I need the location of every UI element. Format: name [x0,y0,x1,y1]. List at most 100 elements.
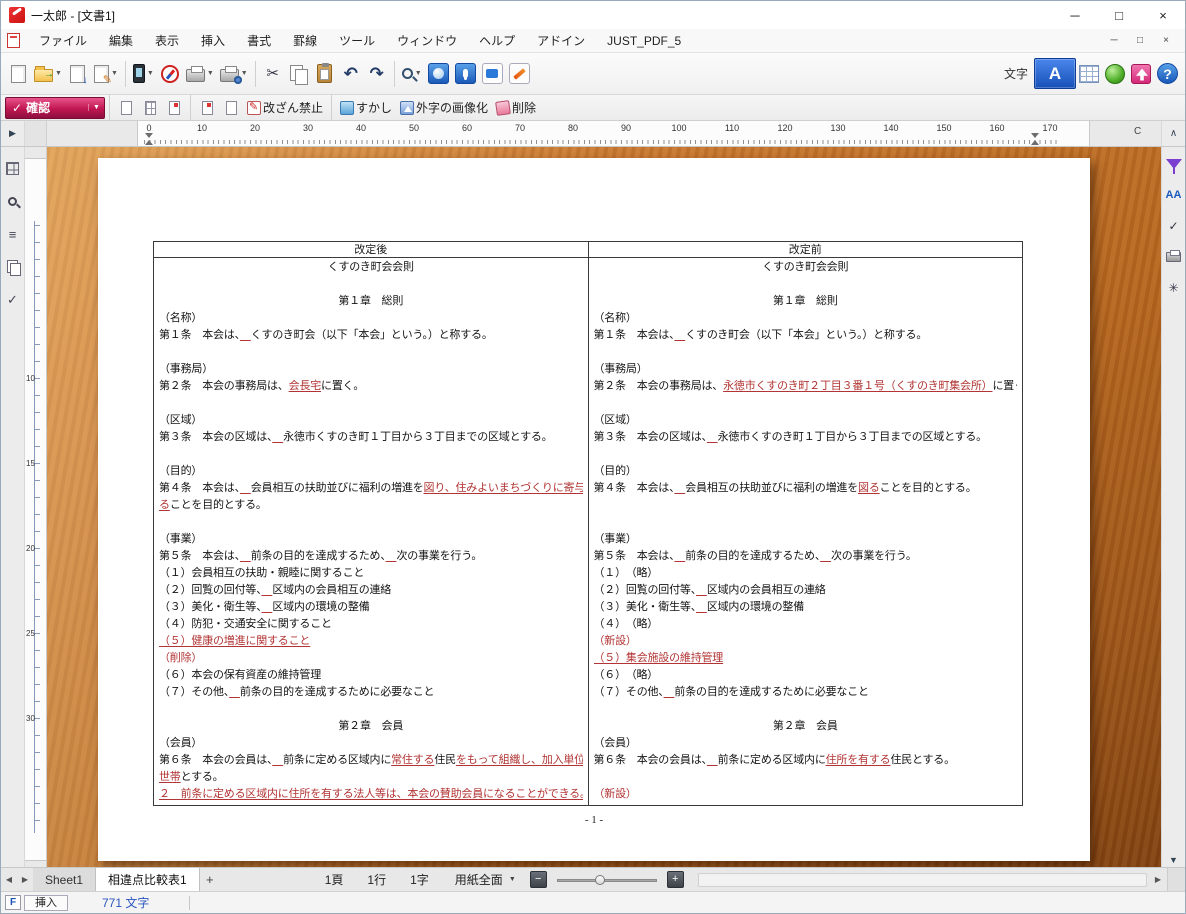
document-menu-icon[interactable] [7,33,20,48]
menu-item-JUST_PDF_5[interactable]: JUST_PDF_5 [596,29,692,52]
right-panel-collapse-button[interactable]: ∧ [1161,121,1185,146]
menu-item-書式[interactable]: 書式 [236,29,282,52]
watermark-button[interactable]: すかし [336,97,396,119]
proof-check-button[interactable]: ✓ [4,291,22,309]
table-tool-button[interactable] [1076,58,1102,90]
redo-button[interactable]: ↷ [364,58,390,90]
confirm-mode-button[interactable]: ✓ 確認 ▼ [5,97,105,119]
doc-line: （５）健康の増進に関すること [159,633,583,650]
minimize-button[interactable]: ─ [1053,1,1097,29]
left-margin-marker[interactable] [145,133,153,145]
document-page[interactable]: 改定後 改定前 くすのき町会会則 第１章 総則（名称）第１条 本会は、 くすのき… [98,158,1090,861]
pink-app-button[interactable] [1128,58,1154,90]
print-settings-dropdown-icon[interactable]: ▼ [241,70,248,77]
help-button[interactable]: ? [1154,58,1181,90]
menu-item-編集[interactable]: 編集 [98,29,144,52]
printer-icon [186,69,205,82]
sheet-next-button[interactable]: ▶ [17,868,33,891]
view-multi-page-button[interactable] [138,97,162,119]
zoom-dropdown-icon[interactable]: ▼ [415,70,422,77]
menu-item-表示[interactable]: 表示 [144,29,190,52]
doc-restore-button[interactable]: □ [1127,32,1153,50]
font-size-tool-button[interactable]: AA [1165,186,1183,204]
view-mode-select[interactable]: 用紙全面 ▼ [455,871,516,888]
doc-line: （新設） [594,786,1018,803]
block-palette-button[interactable] [4,159,22,177]
delete-button[interactable]: 削除 [492,97,540,119]
page-pairs-button[interactable] [4,258,22,276]
menu-item-罫線[interactable]: 罫線 [282,29,328,52]
paste-button[interactable] [312,58,338,90]
sheet-prev-button[interactable]: ◀ [1,868,17,891]
copy-button[interactable] [286,58,312,90]
pen-tool-button[interactable] [506,58,533,90]
comment-tool-button[interactable] [479,58,506,90]
scroll-down-button[interactable]: ▼ [1162,855,1185,865]
tamper-protect-button[interactable]: 改ざん禁止 [243,97,327,119]
edit-document-button[interactable]: ▼ [91,58,121,90]
menu-item-ヘルプ[interactable]: ヘルプ [468,29,526,52]
ruler[interactable]: C 01020304050607080901001101201301401501… [47,121,1161,146]
v-ruler[interactable]: 1015202530 [25,147,47,867]
view-single-page-button[interactable] [114,97,138,119]
navigation-button[interactable] [157,58,183,90]
print-tool-button[interactable] [1165,248,1183,266]
char-indicator: 1字 [410,871,429,888]
new-document-button[interactable] [5,58,31,90]
toolbar-separator [331,95,332,121]
zoom-slider-thumb[interactable] [595,875,605,885]
zoom-tool-button[interactable] [4,192,22,210]
multi-page-icon [145,101,156,115]
mobile-output-button[interactable]: ▼ [130,58,157,90]
filter-tool-button[interactable] [1165,155,1183,173]
doc-line: （名称） [594,310,1018,327]
outline-list-button[interactable]: ≡ [4,225,22,243]
mobile-dropdown-icon[interactable]: ▼ [147,70,154,77]
doc-line: 第４条 本会は、 会員相互の扶助並びに福利の増進を図り、住みよいまちづくりに寄与… [159,480,583,497]
cut-button[interactable]: ✂ [260,58,286,90]
zoom-out-button[interactable]: − [530,871,547,888]
insert-mode-button[interactable]: 挿入 [24,895,68,911]
close-button[interactable]: × [1141,1,1185,29]
menu-item-アドイン[interactable]: アドイン [526,29,596,52]
scroll-right-button[interactable]: ▶ [1149,868,1167,891]
right-margin-marker[interactable] [1031,133,1039,145]
zoom-button[interactable]: ▼ [399,58,425,90]
print-settings-button[interactable]: ▼ [217,58,251,90]
edit-dropdown-icon[interactable]: ▼ [111,70,118,77]
v-ruler-line-mark [34,803,40,804]
decoration-tool-button[interactable]: ✳ [1165,279,1183,297]
gaiji-image-button[interactable]: 外字の画像化 [396,97,492,119]
left-panel-expand-button[interactable]: ▶ [1,121,25,146]
open-document-button[interactable]: ▼ [31,58,65,90]
save-document-button[interactable] [65,58,91,90]
web-search-button[interactable] [425,58,452,90]
print-button[interactable]: ▼ [183,58,217,90]
confirm-dropdown-icon[interactable]: ▼ [88,104,104,111]
green-app-button[interactable] [1102,58,1128,90]
page-plain-button[interactable] [219,97,243,119]
voice-input-button[interactable] [452,58,479,90]
maximize-button[interactable]: □ [1097,1,1141,29]
sheet-tab-相違点比較表1[interactable]: 相違点比較表1 [96,868,200,891]
char-style-button[interactable]: A [1034,58,1076,89]
menu-item-ツール[interactable]: ツール [328,29,386,52]
open-dropdown-icon[interactable]: ▼ [55,70,62,77]
undo-button[interactable]: ↶ [338,58,364,90]
page-marked-button[interactable] [195,97,219,119]
add-sheet-button[interactable]: + [200,868,220,891]
doc-close-button[interactable]: × [1153,32,1179,50]
zoom-in-button[interactable]: + [667,871,684,888]
zoom-slider[interactable] [557,871,657,888]
menu-item-ファイル[interactable]: ファイル [28,29,98,52]
check-tool-button[interactable]: ✓ [1165,217,1183,235]
menu-item-挿入[interactable]: 挿入 [190,29,236,52]
menu-item-ウィンドウ[interactable]: ウィンドウ [386,29,468,52]
doc-line: （事務局） [159,361,583,378]
open-folder-icon [34,69,53,82]
view-preview-button[interactable] [162,97,186,119]
print-dropdown-icon[interactable]: ▼ [207,70,214,77]
doc-minimize-button[interactable]: ─ [1101,32,1127,50]
sheet-tab-Sheet1[interactable]: Sheet1 [33,868,96,891]
horizontal-scrollbar[interactable] [698,873,1147,887]
